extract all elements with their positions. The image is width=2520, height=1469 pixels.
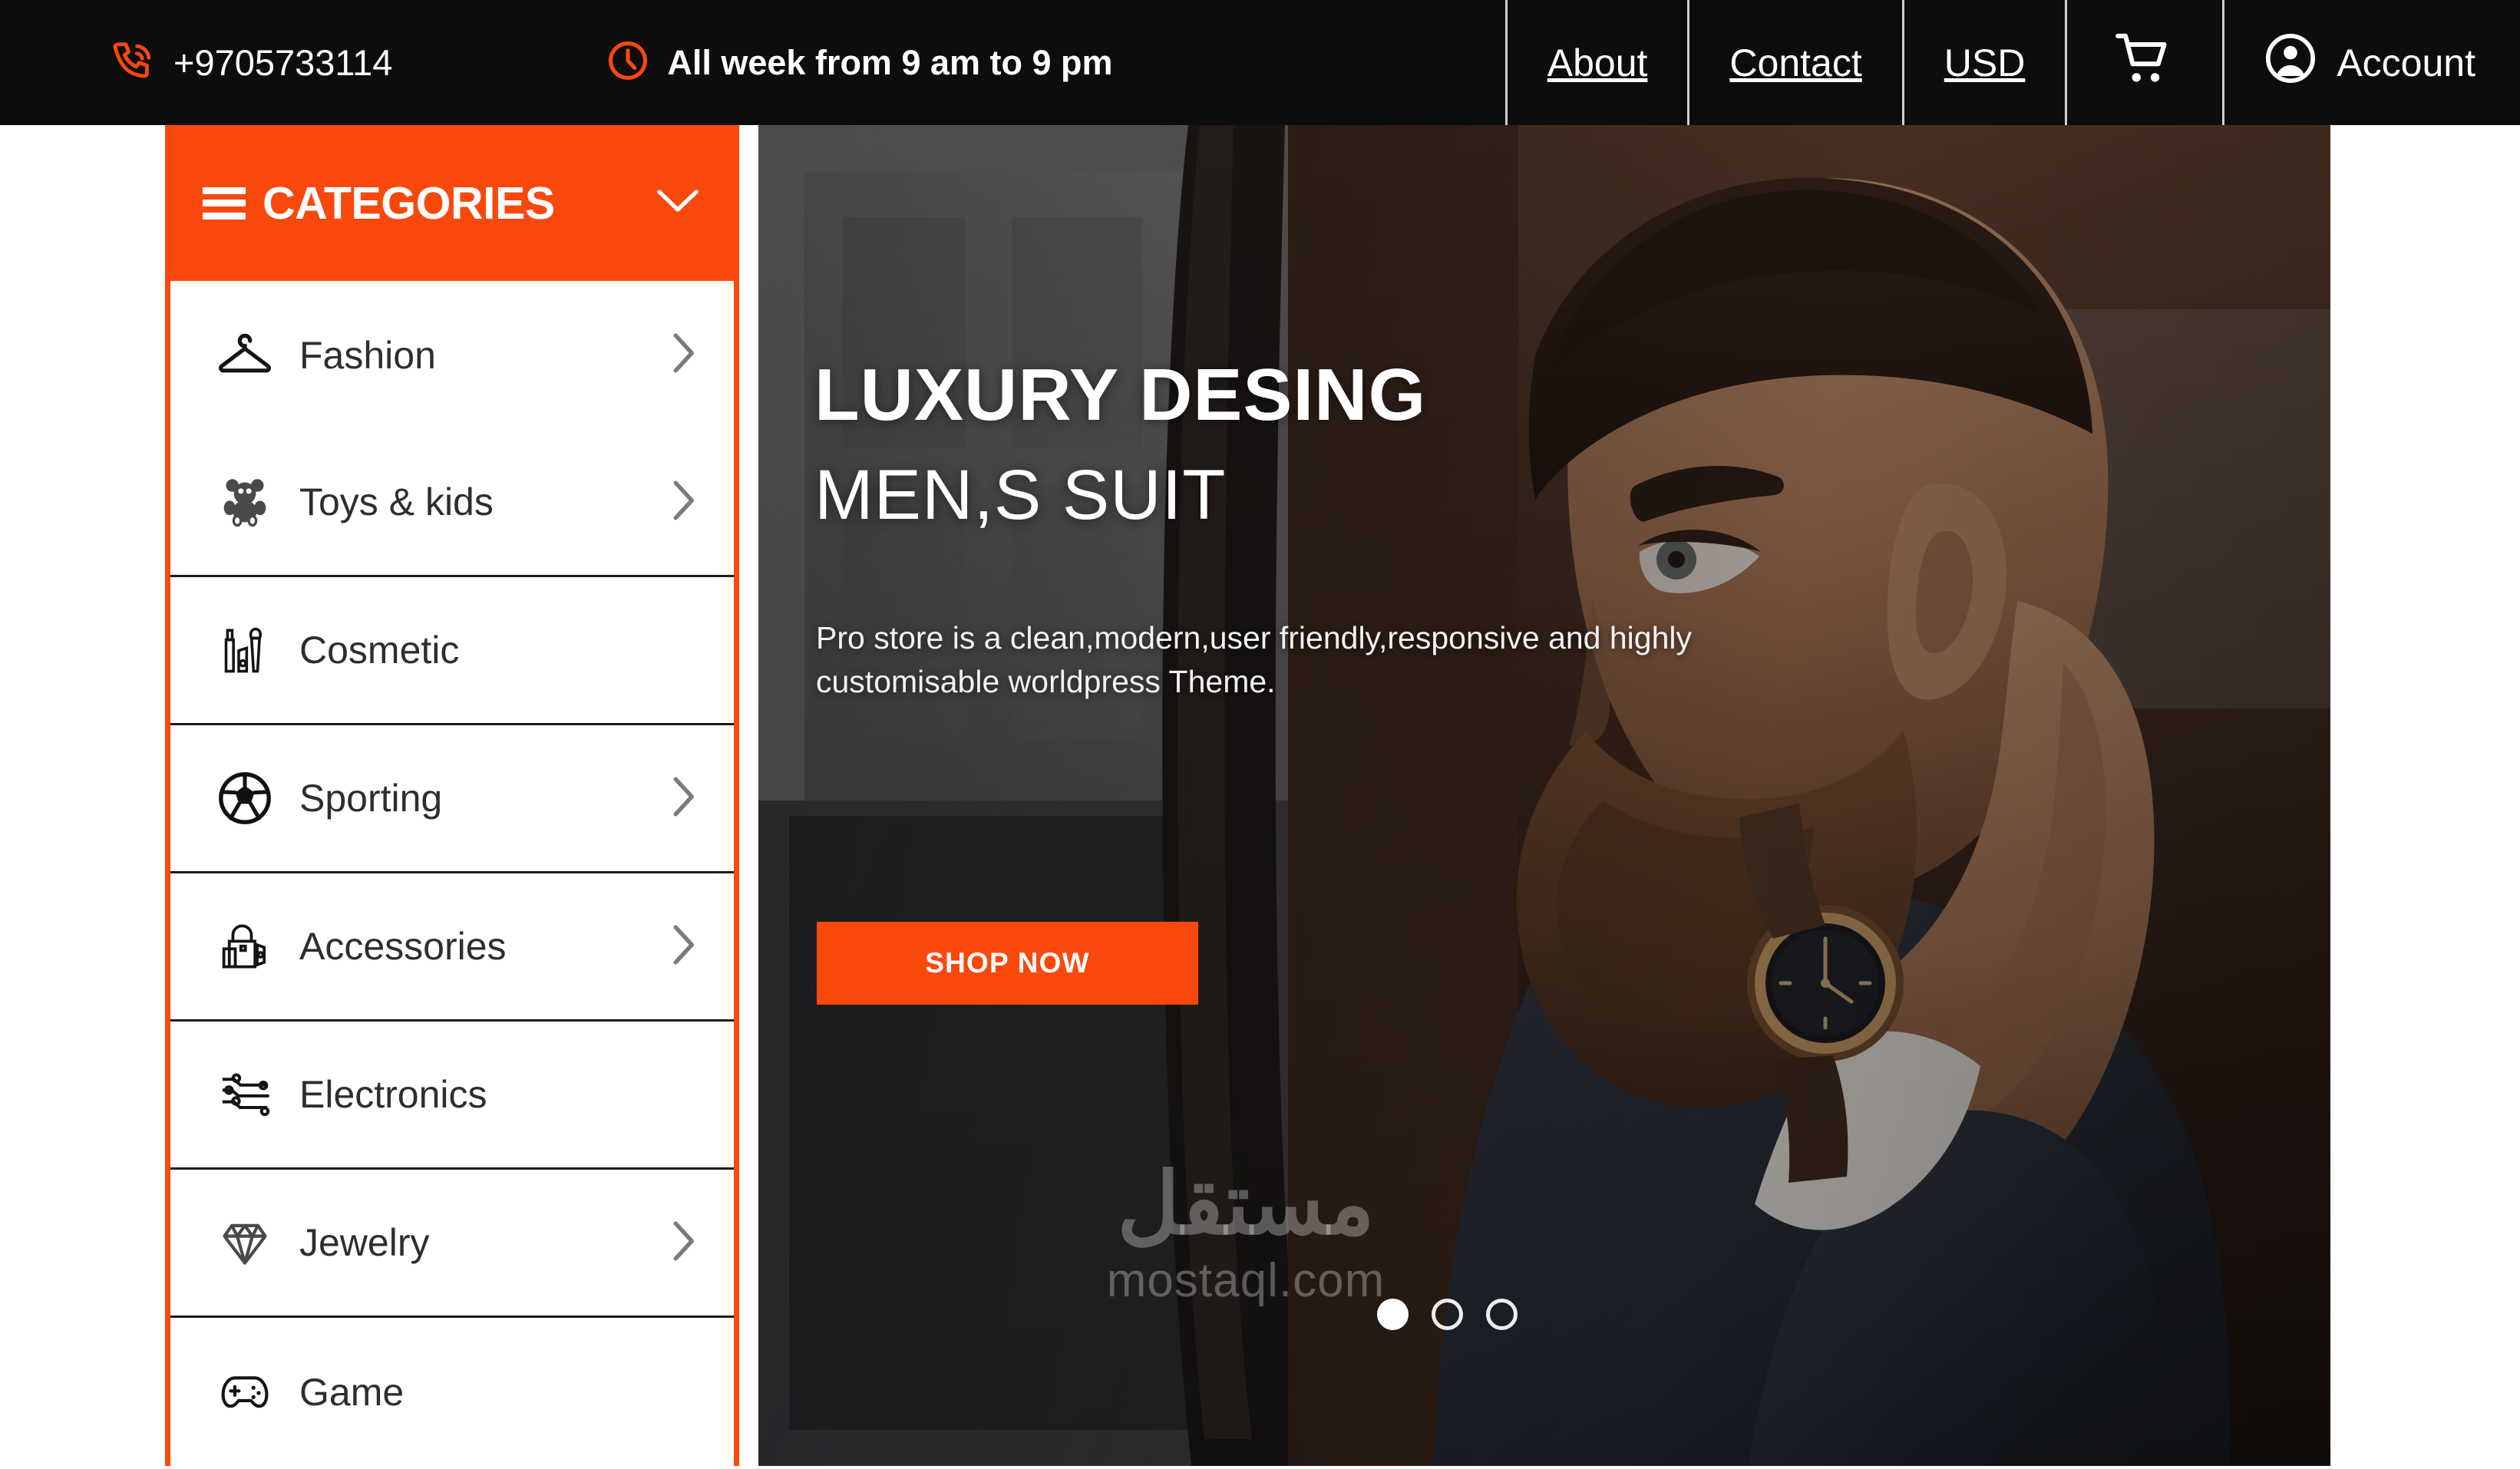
- soccer-ball-icon: [216, 770, 273, 827]
- account-button[interactable]: Account: [2222, 0, 2520, 125]
- sidebar-item-label: Cosmetic: [299, 629, 460, 672]
- categories-header[interactable]: CATEGORIES: [170, 125, 734, 281]
- opening-hours: All week from 9 am to 9 pm: [606, 38, 1113, 87]
- currency-selector-usd[interactable]: USD: [1901, 0, 2066, 125]
- circuit-icon: [216, 1066, 273, 1123]
- sidebar-item-game[interactable]: Game: [170, 1318, 734, 1466]
- sidebar-item-toys-and-kids[interactable]: Toys & kids: [170, 429, 734, 577]
- handbag-icon: [216, 918, 273, 975]
- cart-button[interactable]: [2065, 0, 2222, 125]
- hamburger-icon: [203, 187, 246, 220]
- top-bar-left: +9705733114 All week from 9 am to 9 pm: [0, 0, 1113, 125]
- clothes-hanger-icon: [216, 327, 273, 384]
- chevron-right-icon: [671, 923, 697, 970]
- hero-headline: LUXURY DESING: [814, 354, 1427, 436]
- top-bar: +9705733114 All week from 9 am to 9 pm A…: [0, 0, 2520, 125]
- phone-ring-icon: [112, 38, 157, 87]
- sidebar-item-electronics[interactable]: Electronics: [170, 1022, 734, 1170]
- sidebar-item-label: Jewelry: [299, 1221, 430, 1264]
- sidebar-item-accessories[interactable]: Accessories: [170, 873, 734, 1022]
- shop-now-button[interactable]: SHOP NOW: [817, 922, 1198, 1005]
- hero-content: LUXURY DESING MEN,S SUIT Pro store is a …: [814, 125, 1889, 1466]
- sidebar-item-label: Toys & kids: [299, 480, 494, 523]
- teddy-bear-icon: [216, 474, 273, 530]
- sidebar-item-label: Game: [299, 1370, 405, 1414]
- makeup-icon: [216, 622, 273, 678]
- sidebar-item-label: Sporting: [299, 777, 443, 820]
- phone-contact[interactable]: +9705733114: [112, 38, 392, 87]
- shopping-cart-icon: [2115, 31, 2175, 95]
- carousel-dot-1[interactable]: [1377, 1299, 1409, 1330]
- top-bar-right: About Contact USD Account: [1504, 0, 2520, 125]
- carousel-dots: [1377, 1299, 1518, 1330]
- account-label: Account: [2337, 41, 2475, 84]
- phone-number: +9705733114: [173, 42, 393, 83]
- diamond-icon: [216, 1214, 273, 1271]
- carousel-dot-2[interactable]: [1432, 1299, 1463, 1330]
- carousel-dot-3[interactable]: [1486, 1299, 1518, 1330]
- nav-link-about[interactable]: About: [1504, 0, 1688, 125]
- hero-carousel: LUXURY DESING MEN,S SUIT Pro store is a …: [758, 125, 2330, 1466]
- user-account-icon: [2264, 32, 2317, 94]
- chevron-right-icon: [671, 775, 697, 822]
- sidebar-item-fashion[interactable]: Fashion: [170, 281, 734, 429]
- chevron-right-icon: [671, 332, 697, 378]
- clock-icon: [606, 38, 650, 87]
- chevron-right-icon: [671, 1220, 697, 1266]
- opening-hours-text: All week from 9 am to 9 pm: [667, 42, 1113, 82]
- sidebar-item-label: Electronics: [299, 1073, 487, 1116]
- sidebar-item-jewelry[interactable]: Jewelry: [170, 1170, 734, 1318]
- hero-subheadline: MEN,S SUIT: [814, 456, 1227, 534]
- chevron-down-icon: [656, 187, 700, 220]
- gamepad-icon: [216, 1364, 273, 1421]
- sidebar-item-sporting[interactable]: Sporting: [170, 725, 734, 873]
- categories-list: Fashion Toys & kids Cosmetic Sporting Ac…: [170, 281, 734, 1466]
- sidebar-item-label: Fashion: [299, 333, 436, 377]
- categories-title: CATEGORIES: [263, 177, 555, 229]
- nav-link-contact[interactable]: Contact: [1687, 0, 1901, 125]
- sidebar-item-cosmetic[interactable]: Cosmetic: [170, 577, 734, 725]
- chevron-right-icon: [671, 479, 697, 526]
- categories-sidebar: CATEGORIES Fashion Toys & kids Cosmetic …: [165, 125, 739, 1466]
- sidebar-item-label: Accessories: [299, 925, 507, 968]
- hero-paragraph: Pro store is a clean,modern,user friendl…: [816, 620, 1692, 699]
